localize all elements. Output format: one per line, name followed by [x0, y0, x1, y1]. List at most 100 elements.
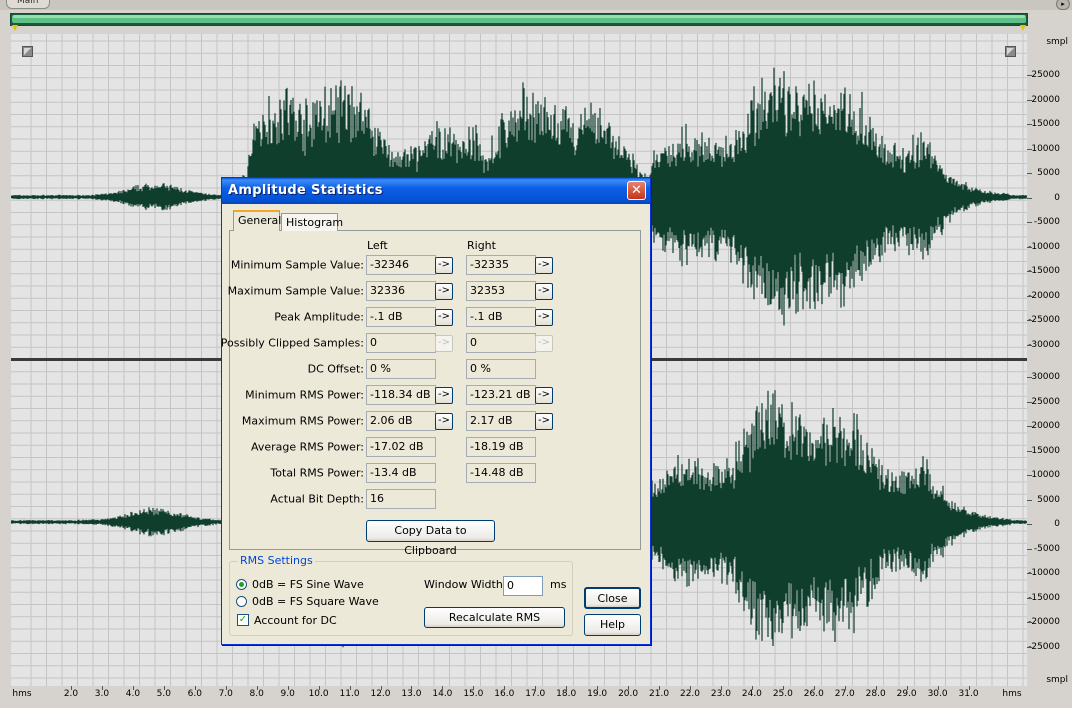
time-unit-label: hms [12, 689, 32, 699]
right-value-field: 0 [466, 333, 536, 353]
close-button[interactable]: Close [584, 587, 641, 609]
left-value-field: -.1 dB [366, 307, 436, 327]
column-header-left: Left [367, 239, 388, 252]
amplitude-tick [1027, 646, 1032, 648]
row-label: Peak Amplitude: [274, 310, 364, 324]
right-value-field: -32335 [466, 255, 536, 275]
amplitude-tick [1027, 222, 1032, 223]
left-value-field: -13.4 dB [366, 463, 436, 483]
top-strip [0, 0, 1072, 10]
amplitude-tick [1027, 499, 1032, 501]
row-label: Maximum RMS Power: [241, 414, 364, 428]
left-goto-arrow-button[interactable]: -> [435, 413, 453, 430]
time-tick-label: 4.0 [125, 689, 141, 699]
close-icon[interactable]: ✕ [627, 181, 646, 200]
amplitude-tick [1027, 450, 1032, 452]
amplitude-tick [1027, 246, 1032, 248]
amplitude-tick-label: -20000 [1028, 617, 1060, 627]
time-tick [782, 686, 784, 690]
zoom-corner-icon-right[interactable] [1005, 46, 1016, 57]
zoom-corner-icon-left[interactable] [22, 46, 33, 57]
dialog-title: Amplitude Statistics [228, 183, 383, 198]
copy-to-clipboard-button[interactable]: Copy Data to Clipboard [366, 520, 495, 557]
right-value-field: -14.48 dB [466, 463, 536, 483]
right-goto-arrow-button: -> [535, 335, 553, 352]
time-tick-label: 11.0 [339, 689, 360, 699]
selection-end-marker[interactable] [1020, 25, 1026, 31]
right-value-field: 2.17 dB [466, 411, 536, 431]
time-tick [256, 686, 258, 690]
time-tick [473, 686, 475, 690]
time-tick [71, 686, 72, 690]
main-tab[interactable]: Main [6, 0, 50, 9]
time-tick-label: 23.0 [710, 689, 731, 699]
amplitude-tick-label: -25000 [1028, 641, 1060, 652]
selection-start-marker[interactable] [12, 25, 18, 31]
overview-scrollbar[interactable] [10, 13, 1028, 26]
window-width-input[interactable]: 0 [503, 576, 543, 596]
amplitude-tick [1027, 622, 1032, 623]
time-tick [844, 686, 846, 690]
amplitude-tick-label: 10000 [1031, 470, 1060, 480]
amplitude-tick [1027, 524, 1032, 525]
left-value-field: 2.06 dB [366, 411, 436, 431]
time-tick-label: 24.0 [741, 689, 762, 699]
time-tick-label: 29.0 [896, 689, 917, 699]
radio-sine-wave[interactable] [236, 579, 247, 590]
time-tick [875, 686, 877, 690]
left-goto-arrow-button[interactable]: -> [435, 257, 453, 274]
time-tick-label: 31.0 [958, 689, 979, 699]
amplitude-tick-label: -10000 [1028, 568, 1060, 578]
amplitude-ruler: smpl smpl 25000 20000 15000 10000 5000 0 -5000 -1… [1027, 34, 1072, 686]
right-goto-arrow-button[interactable]: -> [535, 387, 553, 404]
right-goto-arrow-button[interactable]: -> [535, 283, 553, 300]
left-goto-arrow-button[interactable]: -> [435, 309, 453, 326]
corner-button[interactable]: ▸ [1056, 0, 1070, 10]
amplitude-tick-label: -25000 [1028, 315, 1060, 325]
amplitude-tick [1027, 197, 1032, 199]
tab-general[interactable]: General [233, 210, 281, 231]
amplitude-tick-label: 30000 [1031, 372, 1060, 382]
left-goto-arrow-button[interactable]: -> [435, 283, 453, 300]
account-for-dc-checkbox[interactable]: ✓ [237, 614, 249, 626]
radio-square-wave[interactable] [236, 596, 247, 607]
recalculate-rms-button[interactable]: Recalculate RMS [424, 607, 565, 628]
amplitude-tick [1027, 271, 1032, 272]
amplitude-tick [1027, 377, 1032, 378]
time-ruler: hms hms 2.0 3.0 4.0 5.0 6.0 7.0 8.0 9.0 10.0 11.0 12… [11, 686, 1027, 708]
left-goto-arrow-button: -> [435, 335, 453, 352]
left-margin [0, 34, 11, 686]
dialog-titlebar[interactable]: Amplitude Statistics ✕ [222, 178, 650, 204]
amplitude-tick-label: 20000 [1031, 94, 1060, 105]
amplitude-tick-label: -15000 [1028, 592, 1060, 603]
time-tick-label: 18.0 [556, 689, 577, 699]
tab-histogram[interactable]: Histogram [281, 213, 343, 231]
amplitude-statistics-dialog: Amplitude Statistics ✕ General Histogram… [221, 177, 651, 645]
row-label: Minimum RMS Power: [245, 388, 364, 402]
time-tick-label: 5.0 [156, 689, 172, 699]
right-value-field: 0 % [466, 359, 536, 379]
amplitude-tick [1027, 75, 1032, 76]
amplitude-tick [1027, 295, 1032, 297]
right-goto-arrow-button[interactable]: -> [535, 309, 553, 326]
time-tick [628, 686, 630, 690]
amplitude-tick [1027, 344, 1032, 346]
right-goto-arrow-button[interactable]: -> [535, 257, 553, 274]
amplitude-tick [1027, 597, 1032, 599]
amplitude-tick-label: 10000 [1031, 143, 1060, 154]
row-label: Maximum Sample Value: [227, 284, 364, 298]
time-tick-label: 10.0 [308, 689, 329, 699]
help-button[interactable]: Help [584, 614, 641, 636]
row-label: Total RMS Power: [270, 466, 364, 480]
right-goto-arrow-button[interactable]: -> [535, 413, 553, 430]
amplitude-tick-label: 5000 [1037, 494, 1060, 505]
left-value-field: -32346 [366, 255, 436, 275]
left-value-field: 16 [366, 489, 436, 509]
amplitude-tick-label: 20000 [1031, 421, 1060, 431]
time-tick-label: 15.0 [463, 689, 484, 699]
time-tick-label: 25.0 [772, 689, 793, 699]
left-goto-arrow-button[interactable]: -> [435, 387, 453, 404]
time-tick-label: 7.0 [218, 689, 233, 699]
amplitude-tick-label: 5000 [1037, 168, 1060, 178]
amplitude-tick [1027, 99, 1032, 101]
